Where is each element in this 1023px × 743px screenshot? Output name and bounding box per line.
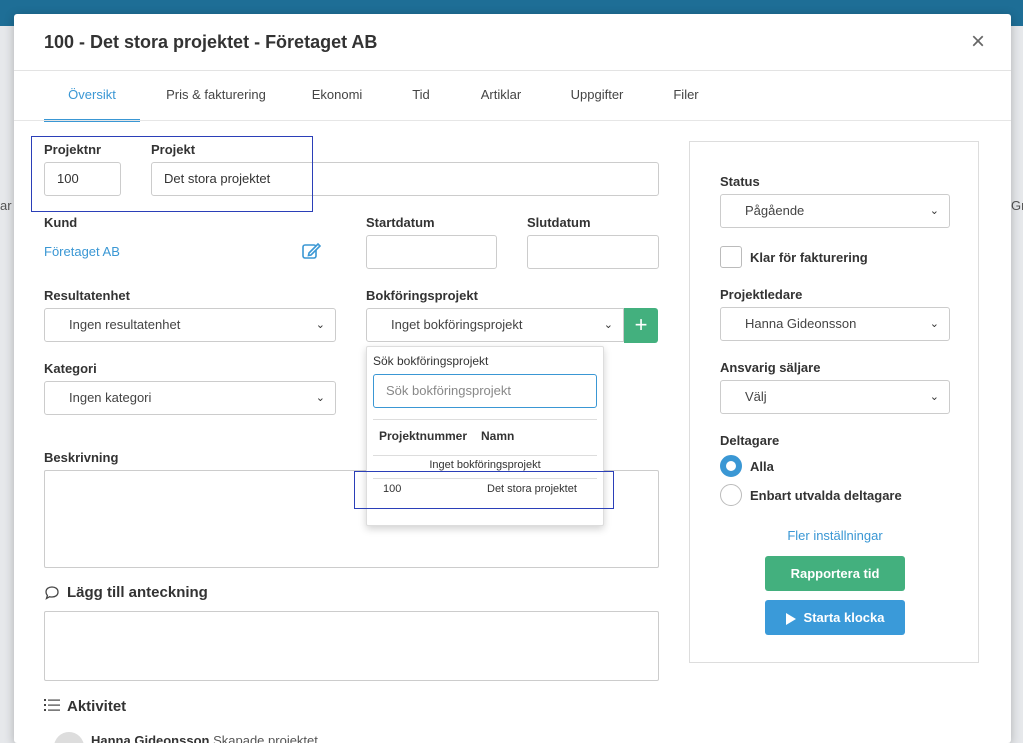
chevron-down-icon: ⌄ — [315, 392, 325, 404]
radio-utvalda[interactable] — [720, 484, 742, 506]
row-number: 100 — [383, 483, 402, 495]
saljare-value: Välj — [745, 389, 767, 404]
background-text-right: Gr — [1011, 198, 1023, 213]
radio-alla[interactable] — [720, 455, 742, 477]
bokforing-value: Inget bokföringsprojekt — [391, 317, 523, 332]
tab-oversikt[interactable]: Översikt — [44, 71, 140, 122]
anteckning-textarea[interactable] — [44, 611, 659, 681]
add-bokforing-button[interactable]: + — [624, 308, 658, 343]
tab-filer[interactable]: Filer — [668, 71, 704, 119]
anteckning-title: Lägg till anteckning — [67, 584, 208, 601]
status-panel: Status Pågående ⌄ Klar för fakturering P… — [689, 141, 979, 663]
dropdown-divider — [373, 478, 597, 479]
status-label: Status — [720, 174, 760, 189]
tab-artiklar[interactable]: Artiklar — [474, 71, 528, 119]
close-icon[interactable]: × — [971, 30, 985, 54]
projektnr-input[interactable]: 100 — [44, 162, 121, 196]
slutdatum-label: Slutdatum — [527, 215, 591, 230]
start-clock-button[interactable]: Starta klocka — [765, 600, 905, 635]
dropdown-divider — [373, 455, 597, 456]
bokforing-label: Bokföringsprojekt — [366, 288, 478, 303]
startdatum-label: Startdatum — [366, 215, 435, 230]
kategori-value: Ingen kategori — [69, 390, 152, 405]
tabs-divider — [14, 120, 1011, 121]
tab-pris-fakturering[interactable]: Pris & fakturering — [156, 71, 276, 119]
startdatum-input[interactable] — [366, 235, 497, 269]
beskrivning-label: Beskrivning — [44, 450, 119, 465]
activity-user: Hanna Gideonsson — [91, 733, 210, 743]
report-time-button[interactable]: Rapportera tid — [765, 556, 905, 591]
resultatenhet-value: Ingen resultatenhet — [69, 317, 181, 332]
status-select[interactable]: Pågående ⌄ — [720, 194, 950, 228]
kund-link[interactable]: Företaget AB — [44, 244, 120, 259]
dropdown-search-input[interactable]: Sök bokföringsprojekt — [373, 374, 597, 408]
slutdatum-input[interactable] — [527, 235, 659, 269]
dropdown-option-row[interactable]: 100 Det stora projektet — [373, 480, 597, 500]
modal-title: 100 - Det stora projektet - Företaget AB — [44, 32, 378, 52]
bokforing-select[interactable]: Inget bokföringsprojekt ⌄ — [366, 308, 624, 342]
project-modal: 100 - Det stora projektet - Företaget AB… — [14, 14, 1011, 743]
aktivitet-title: Aktivitet — [67, 698, 127, 715]
chevron-down-icon: ⌄ — [929, 318, 939, 330]
resultatenhet-select[interactable]: Ingen resultatenhet ⌄ — [44, 308, 336, 342]
tab-uppgifter[interactable]: Uppgifter — [564, 71, 630, 119]
projektledare-select[interactable]: Hanna Gideonsson ⌄ — [720, 307, 950, 341]
dropdown-option-none[interactable]: Inget bokföringsprojekt — [373, 459, 597, 471]
projektnr-label: Projektnr — [44, 142, 102, 157]
kategori-label: Kategori — [44, 361, 97, 376]
start-clock-label: Starta klocka — [803, 610, 885, 625]
play-icon — [785, 612, 796, 625]
tab-ekonomi[interactable]: Ekonomi — [306, 71, 368, 119]
radio-alla-label: Alla — [750, 459, 774, 474]
background-text-left: ar — [0, 198, 12, 213]
chevron-down-icon: ⌄ — [929, 205, 939, 217]
kund-label: Kund — [44, 215, 78, 230]
more-settings-link[interactable]: Fler inställningar — [690, 528, 980, 543]
dropdown-divider — [373, 419, 597, 420]
projekt-label: Projekt — [151, 142, 196, 157]
chevron-down-icon: ⌄ — [929, 391, 939, 403]
avatar — [54, 732, 84, 743]
saljare-label: Ansvarig säljare — [720, 360, 821, 375]
chevron-down-icon: ⌄ — [315, 319, 325, 331]
col-projektnummer: Projektnummer — [379, 429, 468, 443]
activity-text: Skapade projektet — [213, 733, 318, 743]
radio-utvalda-label: Enbart utvalda deltagare — [750, 488, 902, 503]
deltagare-label: Deltagare — [720, 433, 780, 448]
tab-tid[interactable]: Tid — [406, 71, 436, 119]
bokforing-dropdown: Sök bokföringsprojekt Sök bokföringsproj… — [366, 346, 604, 526]
projekt-name-input[interactable]: Det stora projektet — [151, 162, 659, 196]
projektledare-label: Projektledare — [720, 287, 803, 302]
klar-checkbox[interactable] — [720, 246, 742, 268]
activity-entry: Hanna Gideonsson Skapade projektet — [91, 733, 318, 743]
speech-bubble-icon — [44, 585, 60, 601]
chevron-down-icon: ⌄ — [603, 319, 613, 331]
dropdown-header: Sök bokföringsprojekt — [373, 354, 489, 368]
resultatenhet-label: Resultatenhet — [44, 288, 130, 303]
list-icon — [44, 698, 60, 712]
status-value: Pågående — [745, 203, 805, 218]
kategori-select[interactable]: Ingen kategori ⌄ — [44, 381, 336, 415]
saljare-select[interactable]: Välj ⌄ — [720, 380, 950, 414]
klar-label: Klar för fakturering — [750, 250, 868, 265]
edit-icon[interactable] — [301, 241, 322, 261]
projektledare-value: Hanna Gideonsson — [745, 316, 857, 331]
row-name: Det stora projektet — [487, 483, 577, 495]
col-namn: Namn — [481, 429, 515, 443]
